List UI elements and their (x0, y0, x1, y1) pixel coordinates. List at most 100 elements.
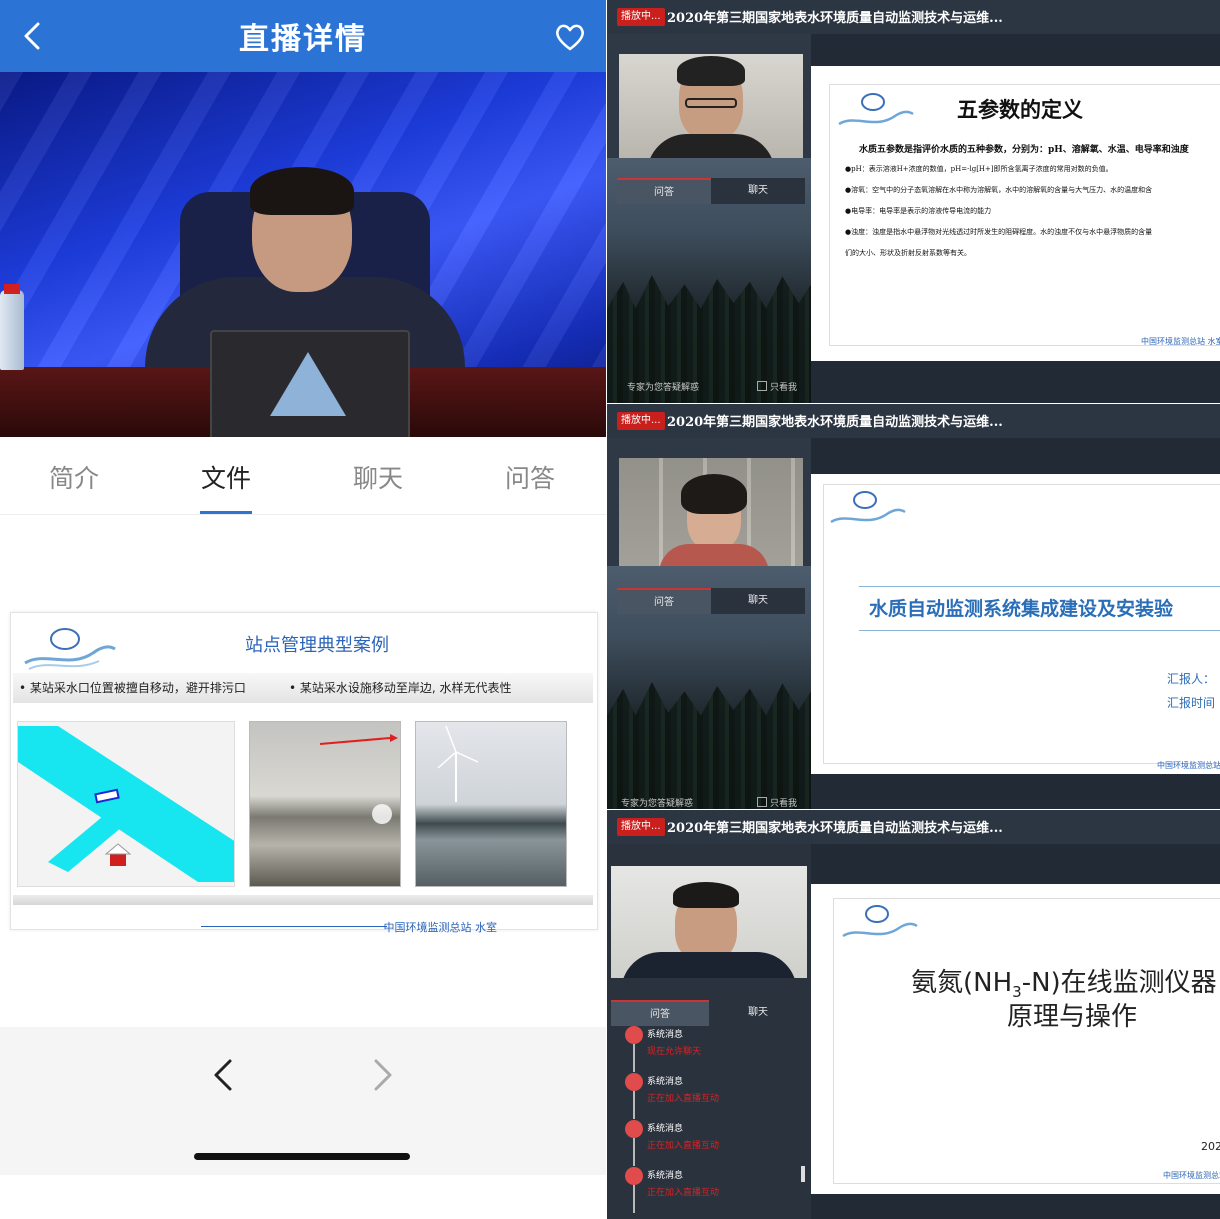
content-tabs: 简介 文件 聊天 问答 (0, 437, 606, 515)
system-message-name: 系统消息 (647, 1171, 684, 1181)
expert-qa-hint: 专家为您答疑解惑 (621, 799, 694, 809)
screen-header: 播放中... 2020年第三期国家地表水环境质量自动监测技术与运维... (607, 810, 1220, 844)
timeline-line (633, 1044, 635, 1072)
system-message-text: 现在允许聊天 (647, 1047, 702, 1057)
slide-footer: 中国环境监测总站 (1157, 761, 1220, 770)
document-footer-bar (13, 895, 593, 905)
live-detail-screen: 直播详情 简介 文件 聊天 问答 站点管理典型案例 • 某站采水口位置被擅自移动… (0, 0, 606, 1219)
tab-qa[interactable]: 问答 (617, 588, 711, 614)
slide-line-1: ●pH：表示溶液H+浓度的数值，pH=-lg[H+]即所含氢离子浓度的常用对数的… (845, 165, 1113, 173)
live-screen-2: 播放中... 2020年第三期国家地表水环境质量自动监测技术与运维... 问答 … (607, 404, 1220, 809)
only-me-checkbox[interactable]: 只看我 (757, 380, 797, 393)
system-message-text: 正在加入直播互动 (647, 1094, 720, 1104)
side-panel: 问答 聊天 专家为您答疑解惑 只看我 (607, 438, 811, 809)
document-footer: 中国环境监测总站 水室 (383, 921, 498, 934)
slide-area: 五参数的定义 水质五参数是指评价水质的五种参数，分别为：pH、溶解氧、水温、电导… (811, 34, 1220, 403)
tab-chat[interactable]: 聊天 (711, 178, 805, 204)
screen-header: 播放中... 2020年第三期国家地表水环境质量自动监测技术与运维... (607, 0, 1220, 34)
speaker-camera (619, 54, 803, 158)
system-message-name: 系统消息 (647, 1030, 684, 1040)
previous-page-icon[interactable] (210, 1057, 236, 1093)
chat-scrollbar[interactable] (801, 1166, 805, 1182)
water-logo-icon (842, 905, 918, 938)
speaker-camera (619, 458, 803, 566)
page-title: 直播详情 (239, 22, 367, 57)
tab-chat[interactable]: 聊天 (711, 588, 805, 614)
system-message-text: 正在加入直播互动 (647, 1141, 720, 1151)
slide-line-3: ●电导率：电导率是表示的溶液传导电流的能力 (845, 207, 992, 215)
title-bottom-line (859, 630, 1220, 631)
document-bullet-1: • 某站采水口位置被擅自移动，避开排污口 (19, 681, 246, 695)
document-title: 站点管理典型案例 (245, 635, 389, 656)
wind-turbine-photo (415, 721, 567, 887)
reporter-label: 汇报人： (1167, 672, 1216, 686)
qa-chat-tabs: 问答 聊天 (617, 588, 805, 614)
slide: 氨氮(NH3-N)在线监测仪器 原理与操作 202 中国环境监测总站 (811, 884, 1220, 1194)
tab-qa[interactable]: 问答 (617, 178, 711, 204)
system-message-name: 系统消息 (647, 1077, 684, 1087)
qa-chat-tabs: 问答 聊天 (611, 1000, 807, 1026)
riverbank-photo (249, 721, 401, 887)
live-video-player[interactable] (0, 72, 606, 437)
site-diagram-image (17, 721, 235, 887)
screen-header: 播放中... 2020年第三期国家地表水环境质量自动监测技术与运维... (607, 404, 1220, 438)
slide: 五参数的定义 水质五参数是指评价水质的五种参数，分别为：pH、溶解氧、水温、电导… (811, 66, 1220, 361)
tab-intro[interactable]: 简介 (14, 459, 134, 495)
favorite-heart-icon[interactable] (554, 22, 586, 52)
tab-chat[interactable]: 聊天 (709, 1000, 807, 1026)
water-logo-icon (830, 491, 906, 524)
course-title: 2020年第三期国家地表水环境质量自动监测技术与运维... (667, 415, 1003, 430)
side-panel: 问答 聊天 专家为您答疑解惑 只看我 (607, 34, 811, 403)
slide-year: 202 (1201, 1140, 1220, 1153)
qa-chat-tabs: 问答 聊天 (617, 178, 805, 204)
home-indicator[interactable] (194, 1153, 410, 1160)
tab-qa[interactable]: 问答 (470, 459, 590, 495)
slide-title: 水质自动监测系统集成建设及安装验 (869, 598, 1174, 620)
only-me-checkbox[interactable]: 只看我 (757, 796, 797, 809)
slide-footer: 中国环境监测总站 水室 (1141, 337, 1220, 346)
speaker-icon (625, 1026, 643, 1044)
slide-title-line-2: 原理与操作 (1007, 1002, 1138, 1032)
slide-line-4: ●浊度：浊度是指水中悬浮物对光线透过时所发生的阻碍程度。水的浊度不仅与水中悬浮物… (845, 228, 1153, 236)
speaker-camera (611, 866, 807, 978)
tab-chat[interactable]: 聊天 (318, 459, 438, 495)
system-message-item: 系统消息 现在允许聊天 (617, 1026, 807, 1072)
course-title: 2020年第三期国家地表水环境质量自动监测技术与运维... (667, 11, 1003, 26)
timeline-line (633, 1185, 635, 1213)
tab-qa[interactable]: 问答 (611, 1000, 709, 1026)
slide-area: 水质自动监测系统集成建设及安装验 汇报人： 汇报时间 中国环境监测总站 (811, 438, 1220, 809)
slide-intro: 水质五参数是指评价水质的五种参数，分别为：pH、溶解氧、水温、电导率和浊度 (859, 145, 1189, 155)
side-panel: 问答 聊天 系统消息 现在允许聊天 系统消息 正在加入直播互动 系统消息 正在加… (607, 844, 811, 1219)
report-time-label: 汇报时间 (1167, 696, 1216, 710)
system-message-name: 系统消息 (647, 1124, 684, 1134)
live-badge: 播放中... (617, 8, 665, 26)
next-page-icon[interactable] (370, 1057, 396, 1093)
speaker-hair (250, 167, 354, 215)
active-tab-indicator (200, 511, 252, 514)
speaker-icon (625, 1167, 643, 1185)
system-message-item: 系统消息 正在加入直播互动 (617, 1073, 807, 1119)
speaker-icon (625, 1073, 643, 1091)
slide: 水质自动监测系统集成建设及安装验 汇报人： 汇报时间 中国环境监测总站 (811, 474, 1220, 774)
water-bottle (0, 290, 24, 370)
slide-line-2: ●溶氧：空气中的分子态氧溶解在水中称为溶解氧，水中的溶解氧的含量与大气压力、水的… (845, 186, 1153, 194)
slide-footer: 中国环境监测总站 (1163, 1171, 1220, 1180)
live-screen-3: 播放中... 2020年第三期国家地表水环境质量自动监测技术与运维... 问答 … (607, 810, 1220, 1219)
speaker-icon (625, 1120, 643, 1138)
tab-files[interactable]: 文件 (166, 459, 286, 495)
document-bullet-2: • 某站采水设施移动至岸边, 水样无代表性 (289, 681, 512, 695)
slide-title-part-2: -N)在线监测仪器 (1021, 968, 1217, 998)
document-slide[interactable]: 站点管理典型案例 • 某站采水口位置被擅自移动，避开排污口 • 某站采水设施移动… (10, 612, 598, 934)
back-arrow-icon[interactable] (18, 20, 46, 52)
live-badge: 播放中... (617, 818, 665, 836)
laptop-logo-icon (270, 352, 346, 416)
slide-line-5: 们的大小、形状及折射反射系数等有关。 (845, 249, 971, 257)
top-bar: 直播详情 (0, 0, 606, 72)
slide-title: 五参数的定义 (957, 98, 1083, 122)
timeline-line (633, 1091, 635, 1119)
title-top-line (859, 586, 1220, 587)
water-logo-icon (838, 93, 914, 126)
live-badge: 播放中... (617, 412, 665, 430)
timeline-line (633, 1138, 635, 1166)
expert-qa-hint: 专家为您答疑解惑 (627, 383, 700, 393)
